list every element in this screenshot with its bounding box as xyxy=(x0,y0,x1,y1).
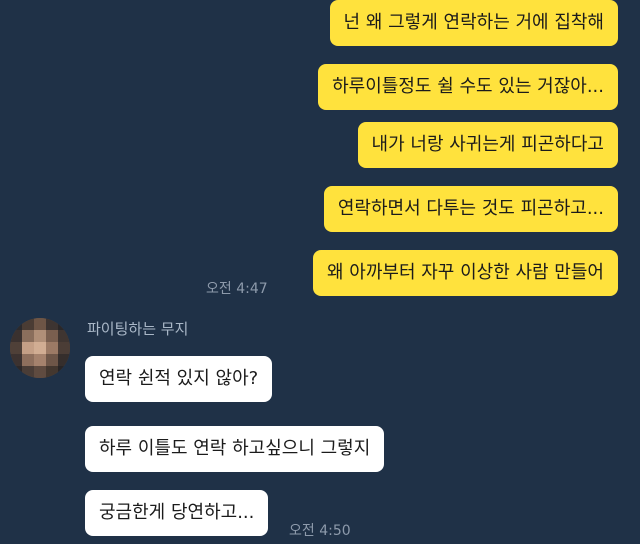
received-timestamp: 오전 4:50 xyxy=(289,523,351,539)
sent-timestamp: 오전 4:47 xyxy=(206,281,268,297)
sent-message[interactable]: 연락하면서 다투는 것도 피곤하고... xyxy=(323,186,618,232)
sent-message[interactable]: 넌 왜 그렇게 연락하는 거에 집착해 xyxy=(329,0,618,46)
received-message[interactable]: 하루 이틀도 연락 하고싶으니 그렇지 xyxy=(85,426,385,472)
received-message[interactable]: 연락 쉰적 있지 않아? xyxy=(85,356,273,402)
received-message[interactable]: 궁금한게 당연하고... xyxy=(85,490,269,536)
sent-message[interactable]: 왜 아까부터 자꾸 이상한 사람 만들어 xyxy=(312,250,618,296)
profile-avatar[interactable] xyxy=(10,318,70,378)
sent-message[interactable]: 내가 너랑 사귀는게 피곤하다고 xyxy=(357,122,618,168)
sender-name: 파이팅하는 무지 xyxy=(87,320,189,338)
sent-message[interactable]: 하루이틀정도 쉴 수도 있는 거잖아... xyxy=(318,64,618,110)
chat-room: 넌 왜 그렇게 연락하는 거에 집착해 하루이틀정도 쉴 수도 있는 거잖아..… xyxy=(0,0,640,544)
